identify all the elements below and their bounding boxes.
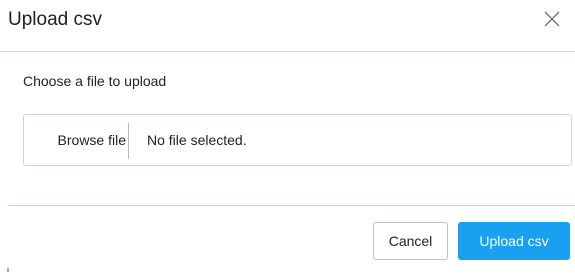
footer-divider: [8, 205, 575, 206]
upload-csv-button[interactable]: Upload csv: [458, 222, 570, 260]
dialog-title: Upload csv: [8, 9, 102, 30]
close-icon: [541, 8, 563, 30]
resize-corner-mark: [7, 268, 9, 272]
file-input[interactable]: Browse file No file selected.: [23, 114, 572, 166]
dialog-header: Upload csv: [0, 0, 575, 52]
file-prompt-label: Choose a file to upload: [23, 73, 167, 89]
upload-csv-dialog: Upload csv Choose a file to upload Brows…: [0, 0, 575, 278]
cancel-button[interactable]: Cancel: [373, 222, 448, 260]
close-button[interactable]: [541, 8, 563, 30]
file-input-divider: [128, 123, 129, 159]
file-status-text: No file selected.: [147, 132, 247, 148]
browse-file-button[interactable]: Browse file: [24, 115, 129, 165]
